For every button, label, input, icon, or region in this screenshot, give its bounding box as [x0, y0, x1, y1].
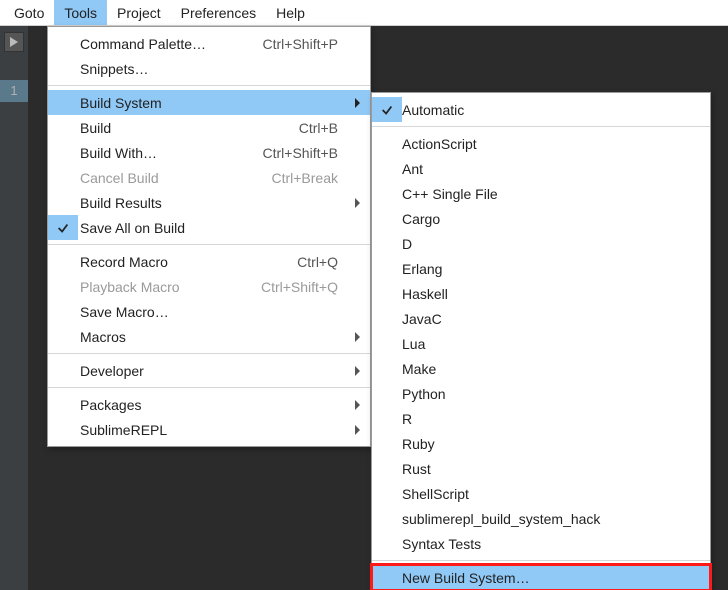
menu-item-lua[interactable]: Lua	[372, 331, 710, 356]
menu-item-label: SublimeREPL	[78, 422, 234, 438]
menu-separator	[48, 387, 370, 388]
menu-item-label: ShellScript	[402, 486, 684, 502]
menu-item-rust[interactable]: Rust	[372, 456, 710, 481]
menu-project[interactable]: Project	[107, 0, 171, 25]
menu-item-record-macro[interactable]: Record MacroCtrl+Q	[48, 249, 370, 274]
menu-item-build-with[interactable]: Build With…Ctrl+Shift+B	[48, 140, 370, 165]
menu-item-haskell[interactable]: Haskell	[372, 281, 710, 306]
checkmark-icon	[56, 221, 70, 235]
menu-item-save-all-on-build[interactable]: Save All on Build	[48, 215, 370, 240]
menu-item-label: Syntax Tests	[402, 536, 684, 552]
menu-item-label: Cargo	[402, 211, 684, 227]
checked-indicator	[372, 97, 402, 122]
checked-indicator	[48, 215, 78, 240]
run-button[interactable]	[4, 32, 24, 52]
menu-item-accelerator: Ctrl+Shift+P	[234, 36, 344, 52]
menu-item-label: JavaC	[402, 311, 684, 327]
menu-item-label: Build Results	[78, 195, 234, 211]
menu-item-cancel-build: Cancel BuildCtrl+Break	[48, 165, 370, 190]
menu-goto[interactable]: Goto	[4, 0, 54, 25]
menu-item-label: Ant	[402, 161, 684, 177]
menu-item-erlang[interactable]: Erlang	[372, 256, 710, 281]
menu-item-label: D	[402, 236, 684, 252]
menu-item-make[interactable]: Make	[372, 356, 710, 381]
line-number: 1	[0, 80, 28, 102]
menu-item-automatic[interactable]: Automatic	[372, 97, 710, 122]
menu-item-macros[interactable]: Macros	[48, 324, 370, 349]
menu-item-c-single-file[interactable]: C++ Single File	[372, 181, 710, 206]
menu-item-ruby[interactable]: Ruby	[372, 431, 710, 456]
menu-item-python[interactable]: Python	[372, 381, 710, 406]
menu-item-label: Build	[78, 120, 234, 136]
menu-item-label: sublimerepl_build_system_hack	[402, 511, 684, 527]
menu-separator	[48, 353, 370, 354]
menu-item-label: Record Macro	[78, 254, 234, 270]
menu-item-new-build-system[interactable]: New Build System…	[372, 565, 710, 590]
menu-preferences[interactable]: Preferences	[171, 0, 266, 25]
menu-item-label: Cancel Build	[78, 170, 234, 186]
menu-item-label: Python	[402, 386, 684, 402]
menu-tools[interactable]: Tools	[54, 0, 107, 25]
menu-item-cargo[interactable]: Cargo	[372, 206, 710, 231]
menu-item-label: ActionScript	[402, 136, 684, 152]
menu-item-command-palette[interactable]: Command Palette…Ctrl+Shift+P	[48, 31, 370, 56]
menu-help[interactable]: Help	[266, 0, 315, 25]
menu-item-label: Save Macro…	[78, 304, 234, 320]
menu-item-ant[interactable]: Ant	[372, 156, 710, 181]
menu-item-accelerator: Ctrl+Shift+B	[234, 145, 344, 161]
menu-item-snippets[interactable]: Snippets…	[48, 56, 370, 81]
menu-item-packages[interactable]: Packages	[48, 392, 370, 417]
menu-item-actionscript[interactable]: ActionScript	[372, 131, 710, 156]
menu-item-label: Make	[402, 361, 684, 377]
menu-item-label: Macros	[78, 329, 234, 345]
menu-item-label: Rust	[402, 461, 684, 477]
menu-item-label: Lua	[402, 336, 684, 352]
menu-item-label: Haskell	[402, 286, 684, 302]
menu-item-save-macro[interactable]: Save Macro…	[48, 299, 370, 324]
gutter	[0, 26, 28, 590]
menu-item-label: New Build System…	[402, 570, 684, 586]
menu-item-label: Packages	[78, 397, 234, 413]
menu-separator	[372, 560, 710, 561]
play-icon	[9, 37, 19, 47]
menu-item-label: Erlang	[402, 261, 684, 277]
menubar: GotoToolsProjectPreferencesHelp	[0, 0, 728, 26]
menu-item-label: Save All on Build	[78, 220, 234, 236]
menu-item-developer[interactable]: Developer	[48, 358, 370, 383]
checkmark-icon	[380, 103, 394, 117]
menu-item-build-results[interactable]: Build Results	[48, 190, 370, 215]
menu-item-accelerator: Ctrl+Q	[234, 254, 344, 270]
menu-item-javac[interactable]: JavaC	[372, 306, 710, 331]
menu-item-label: Build System	[78, 95, 234, 111]
menu-item-r[interactable]: R	[372, 406, 710, 431]
menu-item-label: R	[402, 411, 684, 427]
tools-menu: Command Palette…Ctrl+Shift+PSnippets…Bui…	[47, 26, 371, 447]
menu-item-label: Command Palette…	[78, 36, 234, 52]
menu-item-build[interactable]: BuildCtrl+B	[48, 115, 370, 140]
menu-separator	[48, 85, 370, 86]
menu-item-sublimerepl-build-system-hack[interactable]: sublimerepl_build_system_hack	[372, 506, 710, 531]
menu-item-d[interactable]: D	[372, 231, 710, 256]
menu-item-shellscript[interactable]: ShellScript	[372, 481, 710, 506]
menu-item-sublimerepl[interactable]: SublimeREPL	[48, 417, 370, 442]
menu-item-label: Automatic	[402, 102, 684, 118]
menu-item-accelerator: Ctrl+B	[234, 120, 344, 136]
menu-item-label: Playback Macro	[78, 279, 234, 295]
menu-item-build-system[interactable]: Build System	[48, 90, 370, 115]
menu-item-label: Developer	[78, 363, 234, 379]
menu-item-syntax-tests[interactable]: Syntax Tests	[372, 531, 710, 556]
menu-item-accelerator: Ctrl+Break	[234, 170, 344, 186]
menu-item-playback-macro: Playback MacroCtrl+Shift+Q	[48, 274, 370, 299]
menu-item-label: Ruby	[402, 436, 684, 452]
build-system-submenu: Automatic ActionScript Ant C++ Single File C…	[371, 92, 711, 590]
menu-item-label: Snippets…	[78, 61, 234, 77]
menu-separator	[48, 244, 370, 245]
menu-item-label: Build With…	[78, 145, 234, 161]
menu-item-label: C++ Single File	[402, 186, 684, 202]
menu-separator	[372, 126, 710, 127]
menu-item-accelerator: Ctrl+Shift+Q	[234, 279, 344, 295]
